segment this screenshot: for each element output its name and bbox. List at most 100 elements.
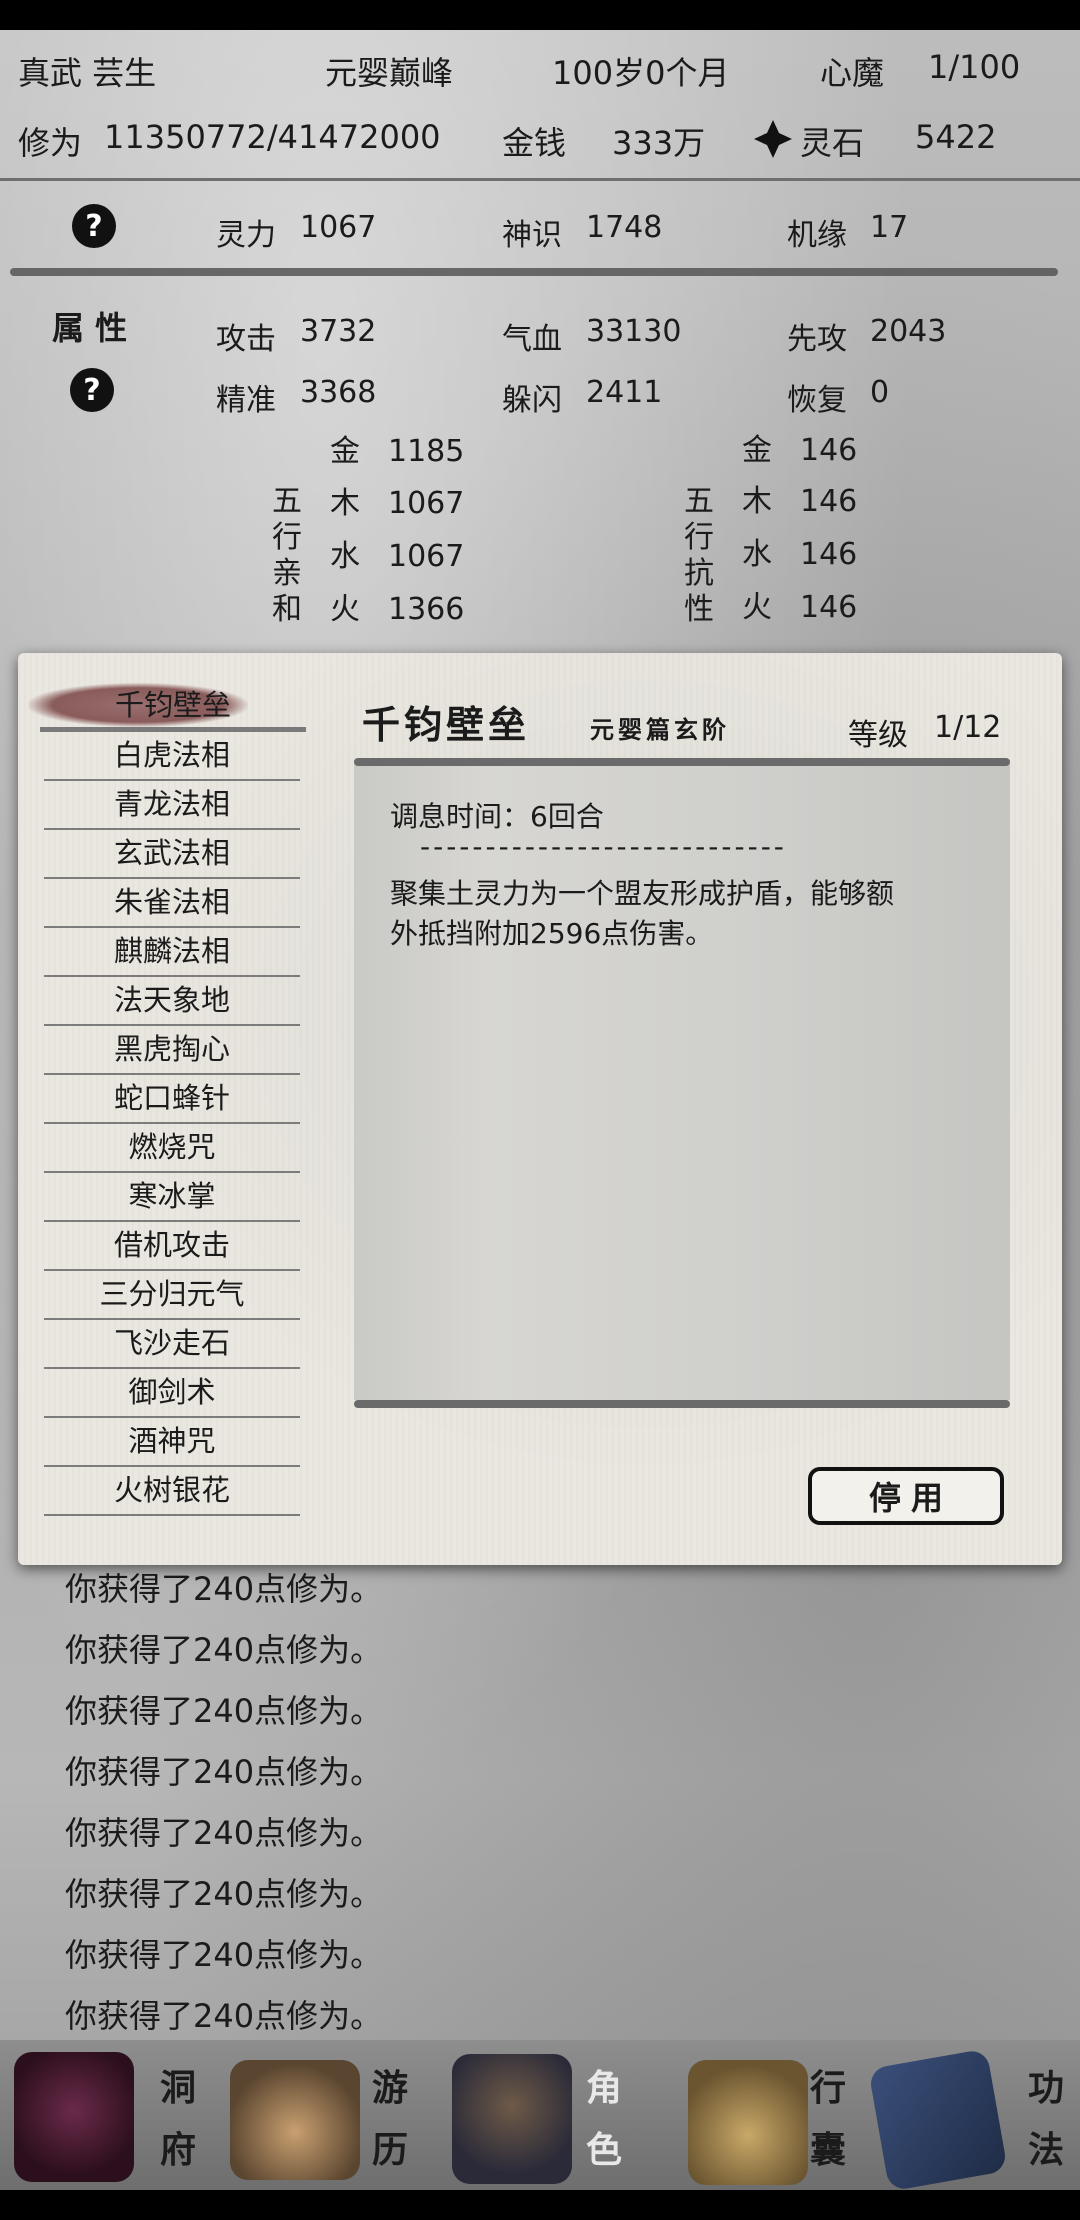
skill-item[interactable]: 黑虎掏心 xyxy=(44,1026,300,1075)
description-line: 聚集土灵力为一个盟友形成护盾，能够额 xyxy=(390,877,895,910)
resist-label-char: 五 xyxy=(684,484,714,519)
skill-item-selected[interactable]: 千钧壁垒 xyxy=(40,683,306,727)
skill-item[interactable]: 蛇口蜂针 xyxy=(44,1075,300,1124)
stat-label: 神识 xyxy=(502,218,562,253)
element-label: 水 xyxy=(742,537,772,572)
status-bar xyxy=(0,0,1080,30)
stat-label: 精准 xyxy=(216,383,276,418)
skill-item[interactable]: 借机攻击 xyxy=(44,1222,300,1271)
affinity-label-char: 和 xyxy=(272,592,302,627)
travel-icon xyxy=(230,2060,360,2180)
character-icon xyxy=(452,2054,572,2184)
nav-label: 色 xyxy=(585,2130,622,2171)
description-top-rule xyxy=(354,758,1010,766)
log-entry: 你获得了240点修为。 xyxy=(65,1631,383,1669)
spirit-stone-label: 灵石 xyxy=(800,124,865,162)
log-entry: 你获得了240点修为。 xyxy=(65,1936,383,1974)
technique-book-icon xyxy=(868,2048,1008,2192)
cultivation-label: 修为 xyxy=(18,124,83,162)
stat-value: 1067 xyxy=(300,210,377,245)
stat-value: 3732 xyxy=(300,314,377,349)
description-bottom-rule xyxy=(354,1400,1010,1408)
level-label: 等级 xyxy=(848,718,908,753)
nav-technique[interactable]: 功 法 xyxy=(864,2040,1080,2192)
nav-label: 游 xyxy=(371,2068,408,2109)
level-value: 1/12 xyxy=(934,710,1002,745)
nav-label: 洞 xyxy=(159,2068,196,2109)
stat-value: 0 xyxy=(870,375,890,410)
skill-item[interactable]: 麒麟法相 xyxy=(44,928,300,977)
element-value: 1185 xyxy=(388,434,465,469)
skill-item[interactable]: 寒冰掌 xyxy=(44,1173,300,1222)
stat-label: 灵力 xyxy=(216,218,276,253)
disable-skill-button[interactable]: 停用 xyxy=(808,1467,1004,1525)
element-label: 金 xyxy=(742,433,772,468)
stat-value: 1748 xyxy=(586,210,663,245)
character-name: 真武 芸生 xyxy=(18,54,157,92)
stat-label: 恢复 xyxy=(787,383,847,418)
nav-character[interactable]: 角 色 xyxy=(432,2040,648,2190)
log-entry: 你获得了240点修为。 xyxy=(65,1753,383,1791)
nav-label: 历 xyxy=(371,2130,408,2171)
nav-label: 府 xyxy=(159,2130,196,2171)
stat-label: 攻击 xyxy=(216,322,276,357)
stat-value: 2043 xyxy=(870,314,947,349)
log-entry: 你获得了240点修为。 xyxy=(65,1692,383,1730)
help-icon[interactable]: ? xyxy=(72,204,116,248)
nav-label: 行 xyxy=(809,2068,846,2109)
element-value: 146 xyxy=(800,484,858,519)
nav-bag[interactable]: 行 囊 xyxy=(648,2040,864,2190)
element-label: 木 xyxy=(330,486,360,521)
age-text: 100岁0个月 xyxy=(552,54,730,92)
log-entry: 你获得了240点修为。 xyxy=(65,1570,383,1608)
header-divider xyxy=(0,178,1080,181)
help-icon[interactable]: ? xyxy=(70,368,114,412)
element-label: 水 xyxy=(330,539,360,574)
system-nav-bar xyxy=(0,2190,1080,2220)
skill-item[interactable]: 燃烧咒 xyxy=(44,1124,300,1173)
skill-item[interactable]: 御剑术 xyxy=(44,1369,300,1418)
skill-item[interactable]: 三分归元气 xyxy=(44,1271,300,1320)
stat-label: 躲闪 xyxy=(502,383,562,418)
stat-label: 先攻 xyxy=(787,322,847,357)
nav-label: 囊 xyxy=(809,2130,846,2171)
skill-item[interactable]: 玄武法相 xyxy=(44,830,300,879)
skill-item[interactable]: 火树银花 xyxy=(44,1467,300,1516)
element-value: 146 xyxy=(800,537,858,572)
cultivation-value: 11350772/41472000 xyxy=(104,118,441,156)
demon-label: 心魔 xyxy=(820,54,885,92)
stat-label: 气血 xyxy=(502,322,562,357)
element-label: 火 xyxy=(330,592,360,627)
stats-divider xyxy=(10,268,1058,276)
element-value: 1067 xyxy=(388,539,465,574)
resist-label-char: 抗 xyxy=(684,556,714,591)
skill-title: 千钧壁垒 xyxy=(362,702,531,747)
skill-item[interactable]: 法天象地 xyxy=(44,977,300,1026)
money-label: 金钱 xyxy=(502,124,567,162)
description-separator: ---------------------------- xyxy=(420,830,787,863)
money-value: 333万 xyxy=(612,124,706,162)
nav-cave-mansion[interactable]: 洞 府 xyxy=(0,2040,216,2190)
log-entry: 你获得了240点修为。 xyxy=(65,1814,383,1852)
resist-label-char: 性 xyxy=(684,592,714,627)
affinity-label-char: 行 xyxy=(272,520,302,555)
element-label: 木 xyxy=(742,484,772,519)
skill-item[interactable]: 酒神咒 xyxy=(44,1418,300,1467)
element-value: 146 xyxy=(800,590,858,625)
nav-travel[interactable]: 游 历 xyxy=(216,2040,432,2190)
skill-item[interactable]: 朱雀法相 xyxy=(44,879,300,928)
skill-item[interactable]: 白虎法相 xyxy=(44,732,300,781)
description-line: 外抵挡附加2596点伤害。 xyxy=(390,917,714,950)
affinity-label-char: 五 xyxy=(272,484,302,519)
element-label: 火 xyxy=(742,590,772,625)
affinity-label-char: 亲 xyxy=(272,556,302,591)
spirit-stone-value: 5422 xyxy=(915,118,997,156)
demon-value: 1/100 xyxy=(928,48,1021,86)
realm-text: 元婴巅峰 xyxy=(325,54,454,92)
message-log: 你获得了240点修为。 你获得了240点修为。 你获得了240点修为。 你获得了… xyxy=(0,1560,1080,2040)
skill-item[interactable]: 青龙法相 xyxy=(44,781,300,830)
nav-label: 功 xyxy=(1027,2068,1064,2109)
stat-value: 33130 xyxy=(586,314,682,349)
attributes-heading: 属 性 xyxy=(52,309,128,347)
skill-item[interactable]: 飞沙走石 xyxy=(44,1320,300,1369)
